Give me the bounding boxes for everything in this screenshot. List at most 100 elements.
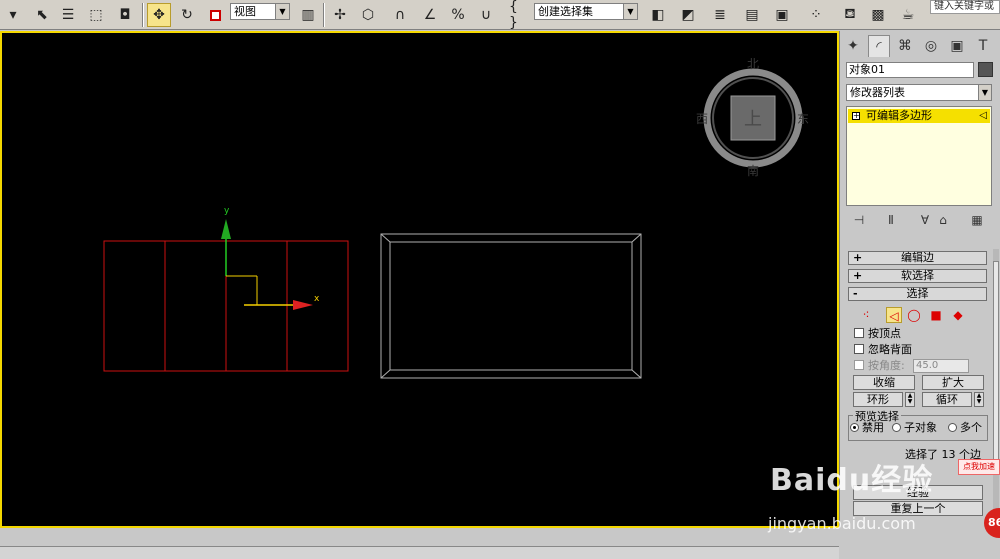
viewcube-east: 东: [797, 112, 809, 126]
ring-button[interactable]: 环形: [853, 392, 903, 407]
by-vertex-checkbox[interactable]: 按顶点: [854, 327, 901, 341]
rollout-soft-selection[interactable]: + 软选择: [848, 269, 987, 283]
select-by-name-icon[interactable]: ☰: [56, 3, 80, 27]
keyboard-shortcut-icon[interactable]: ⬡: [356, 3, 380, 27]
expand-icon[interactable]: +: [852, 112, 860, 120]
render-setup-icon[interactable]: ⛾: [838, 3, 862, 27]
rotate-icon[interactable]: ↻: [175, 3, 199, 27]
toolbar-divider: [142, 3, 144, 27]
checkbox-box: [854, 328, 864, 338]
layer-manager-icon[interactable]: ≣: [708, 3, 732, 27]
create-tab-icon[interactable]: ✦: [842, 35, 864, 57]
viewcube-north: 北: [747, 57, 759, 71]
grow-button[interactable]: 扩大: [922, 375, 984, 390]
object-name-value: 对象01: [849, 63, 885, 76]
preview-off-radio[interactable]: 禁用: [850, 422, 884, 434]
by-angle-checkbox[interactable]: 按角度:: [854, 359, 905, 373]
hierarchy-tab-icon[interactable]: ⌘: [894, 35, 916, 57]
radio-dot: [948, 423, 957, 432]
rollout-label: 选择: [906, 287, 929, 300]
select-arrow-icon[interactable]: ⬉: [30, 3, 54, 27]
checkbox-box: [854, 344, 864, 354]
move-gizmo[interactable]: y x: [221, 206, 320, 310]
baidu-watermark: Baidu经验: [770, 463, 934, 498]
show-end-result-icon[interactable]: Ⅱ: [882, 211, 900, 229]
radio-dot: [892, 423, 901, 432]
ignore-backfacing-checkbox[interactable]: 忽略背面: [854, 343, 912, 357]
main-toolbar: ▾ ⬉ ☰ ⬚ ◘ ✥ ↻ 视图 ▼ ▥ ✢ ⬡ ∩ ∠ % ∪ { } 创建选…: [0, 0, 1000, 31]
reference-coord-select[interactable]: 视图 ▼: [230, 3, 290, 20]
select-and-manipulate-icon[interactable]: ✢: [328, 3, 352, 27]
snap-3d-icon[interactable]: ∩: [388, 3, 412, 27]
move-icon[interactable]: ✥: [147, 3, 171, 27]
baidu-watermark-url: jingyan.baidu.com: [768, 514, 916, 533]
percent-snap-icon[interactable]: %: [446, 3, 470, 27]
rendered-frame-icon[interactable]: ▩: [866, 3, 890, 27]
render-teapot-icon[interactable]: ☕: [896, 3, 920, 27]
make-unique-icon[interactable]: ∀: [916, 211, 934, 229]
named-selection-value: 创建选择集: [538, 5, 593, 18]
scale-icon[interactable]: [203, 3, 227, 27]
rollout-selection[interactable]: - 选择: [848, 287, 987, 301]
unselected-object[interactable]: [380, 233, 642, 379]
angle-spinner[interactable]: 45.0: [913, 359, 969, 373]
checkbox-box: [854, 360, 864, 370]
edit-named-selection-icon[interactable]: { }: [508, 0, 532, 31]
schematic-view-icon[interactable]: ▣: [770, 3, 794, 27]
object-name-field[interactable]: 对象01: [846, 62, 974, 78]
chevron-down-icon: ▼: [978, 85, 991, 100]
stack-item-editable-poly[interactable]: + 可编辑多边形 ◁: [848, 109, 990, 123]
element-mode-icon[interactable]: ◆: [950, 307, 966, 323]
dropdown-arrow-icon[interactable]: ▾: [2, 3, 24, 27]
loop-button[interactable]: 循环: [922, 392, 972, 407]
material-editor-icon[interactable]: ⁘: [804, 3, 828, 27]
viewport-top[interactable]: y x 上 北 南 东 西: [0, 31, 839, 528]
search-input[interactable]: 键入关键字或: [930, 0, 1000, 14]
edge-mode-icon[interactable]: ◁: [886, 307, 902, 323]
expand-icon: +: [853, 251, 863, 264]
angle-snap-icon[interactable]: ∠: [418, 3, 442, 27]
collapse-icon: -: [853, 287, 858, 300]
time-slider-track[interactable]: [0, 546, 839, 559]
graph-editor-icon[interactable]: ▤: [740, 3, 764, 27]
expand-icon: +: [853, 269, 863, 282]
rect-selection-icon[interactable]: ⬚: [84, 3, 108, 27]
viewcube-west: 西: [696, 112, 708, 126]
pin-stack-icon[interactable]: ⊣: [850, 211, 868, 229]
panel-tabs: ✦ ◜ ⌘ ◎ ▣ T: [842, 33, 999, 59]
loop-spinner-icon[interactable]: ▲ ▼: [974, 392, 984, 407]
window-crossing-icon[interactable]: ◘: [113, 3, 137, 27]
modify-tab-icon[interactable]: ◜: [868, 35, 890, 57]
shrink-button[interactable]: 收缩: [853, 375, 915, 390]
align-icon[interactable]: ◩: [676, 3, 700, 27]
spinner-snap-icon[interactable]: ∪: [474, 3, 498, 27]
gizmo-y-label: y: [224, 206, 230, 216]
vertex-mode-icon[interactable]: ⁖: [858, 307, 874, 323]
rollout-edit-edges[interactable]: + 编辑边: [848, 251, 987, 265]
preview-subobject-label: 子对象: [904, 421, 937, 434]
modifier-list-value: 修改器列表: [850, 86, 905, 99]
viewcube[interactable]: 上 北 南 东 西: [696, 57, 809, 178]
utilities-tab-icon[interactable]: T: [972, 35, 994, 57]
display-tab-icon[interactable]: ▣: [946, 35, 968, 57]
polygon-mode-icon[interactable]: ■: [928, 307, 944, 323]
pivot-center-icon[interactable]: ▥: [296, 3, 320, 27]
named-selection-select[interactable]: 创建选择集 ▼: [534, 3, 638, 20]
reference-coord-value: 视图: [234, 5, 256, 18]
ignore-backfacing-label: 忽略背面: [868, 343, 912, 356]
ring-spinner-icon[interactable]: ▲ ▼: [905, 392, 915, 407]
border-mode-icon[interactable]: ◯: [906, 307, 922, 323]
mirror-icon[interactable]: ◧: [646, 3, 670, 27]
angle-value: 45.0: [916, 360, 939, 371]
motion-tab-icon[interactable]: ◎: [920, 35, 942, 57]
configure-sets-icon[interactable]: ▦: [968, 211, 986, 229]
modifier-list-select[interactable]: 修改器列表 ▼: [846, 84, 992, 101]
preview-multi-radio[interactable]: 多个: [948, 422, 982, 434]
preview-subobject-radio[interactable]: 子对象: [892, 422, 937, 434]
gizmo-x-label: x: [314, 294, 320, 304]
command-panel: ✦ ◜ ⌘ ◎ ▣ T 对象01 修改器列表 ▼ + 可编辑多边形 ◁ ⊣ Ⅱ …: [839, 31, 1000, 528]
remove-modifier-icon[interactable]: ⌂: [934, 211, 952, 229]
object-color-swatch[interactable]: [978, 62, 993, 77]
panel-scrollbar-thumb[interactable]: [993, 261, 999, 461]
speedup-tag[interactable]: 点我加速: [958, 459, 1000, 475]
